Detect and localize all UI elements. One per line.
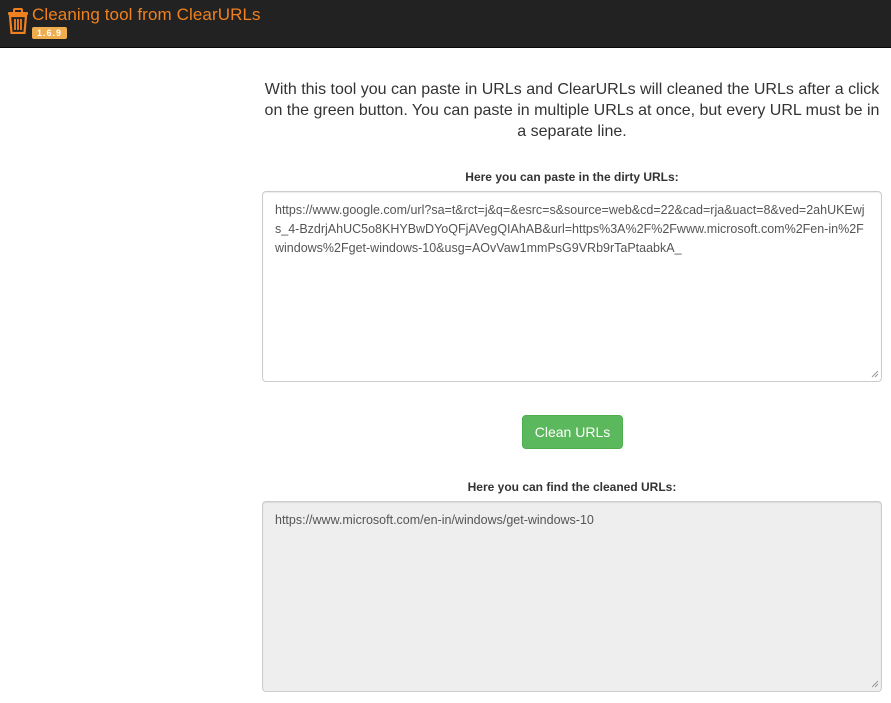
trash-icon bbox=[8, 8, 28, 34]
resize-grip-icon[interactable] bbox=[871, 370, 879, 378]
cleaned-urls-label: Here you can find the cleaned URLs: bbox=[467, 480, 677, 494]
top-navbar: Cleaning tool from ClearURLs 1.6.9 bbox=[0, 0, 891, 48]
intro-text: With this tool you can paste in URLs and… bbox=[264, 81, 880, 140]
dirty-urls-input[interactable]: https://www.google.com/url?sa=t&rct=j&q=… bbox=[262, 191, 882, 382]
dirty-urls-label: Here you can paste in the dirty URLs: bbox=[465, 170, 679, 184]
cleaned-urls-output[interactable]: https://www.microsoft.com/en-in/windows/… bbox=[262, 501, 882, 692]
app-title[interactable]: Cleaning tool from ClearURLs bbox=[32, 5, 261, 25]
version-badge: 1.6.9 bbox=[32, 27, 68, 39]
resize-grip-icon[interactable] bbox=[871, 680, 879, 688]
clean-urls-button[interactable]: Clean URLs bbox=[522, 415, 623, 449]
